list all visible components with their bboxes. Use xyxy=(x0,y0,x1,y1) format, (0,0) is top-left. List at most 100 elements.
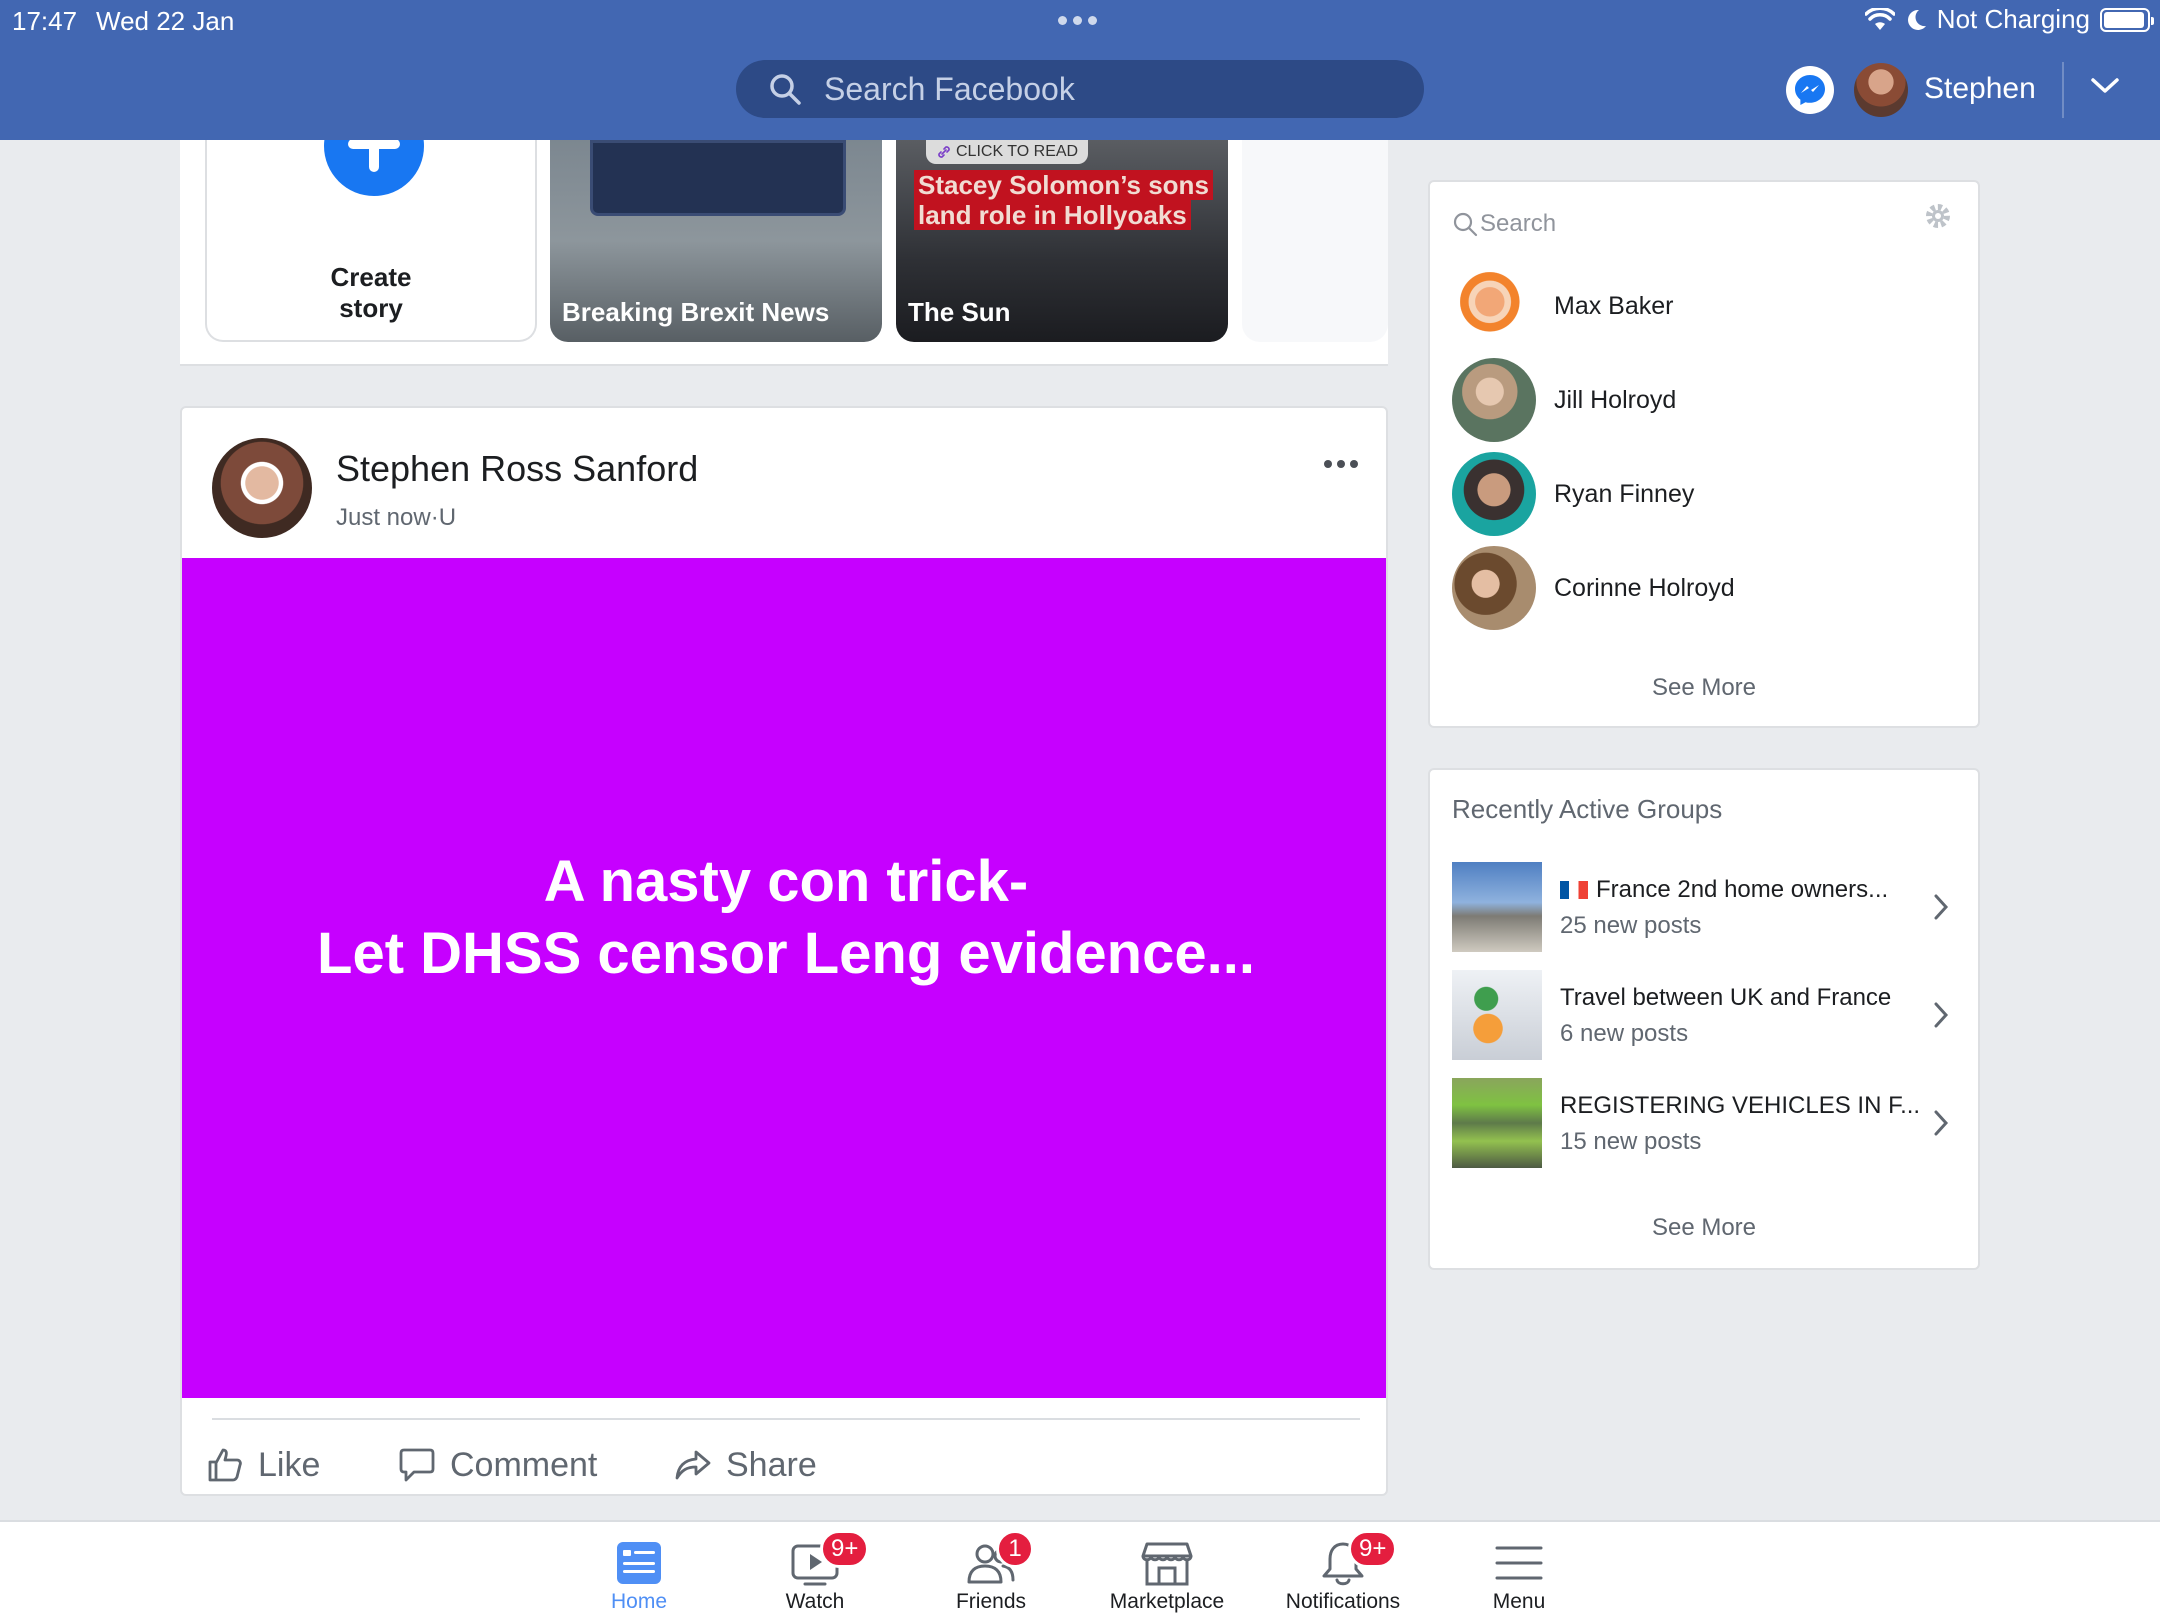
contacts-search-placeholder: Search xyxy=(1480,210,1557,237)
contact-avatar xyxy=(1452,264,1536,348)
menu-icon xyxy=(1495,1546,1543,1580)
chevron-right-icon xyxy=(1934,1002,1949,1028)
contact-item[interactable]: Jill Holroyd xyxy=(1452,358,1960,442)
tab-home[interactable]: Home xyxy=(554,1522,724,1620)
group-post-count: 15 new posts xyxy=(1560,1128,1702,1155)
charging-status: Not Charging xyxy=(1936,4,2090,34)
contacts-search-input[interactable]: Search xyxy=(1452,204,1960,244)
thumbs-up-icon xyxy=(208,1448,242,1482)
marketplace-icon xyxy=(1141,1542,1193,1586)
post-author-name[interactable]: Stephen Ross Sanford xyxy=(336,448,698,490)
share-icon xyxy=(675,1450,711,1480)
author-avatar[interactable] xyxy=(212,438,312,538)
contact-name: Max Baker xyxy=(1554,291,1674,320)
more-options-icon[interactable] xyxy=(1318,454,1364,474)
chevron-right-icon xyxy=(1934,1110,1949,1136)
tab-label: Home xyxy=(610,1590,668,1613)
link-icon xyxy=(938,146,950,158)
contact-item[interactable]: Corinne Holroyd xyxy=(1452,546,1960,630)
story-headline: Stacey Solomon’s sons land role in Holly… xyxy=(914,170,1214,230)
contact-avatar xyxy=(1452,546,1536,630)
post-card: Stephen Ross Sanford Just now·U A nasty … xyxy=(180,406,1388,1496)
watch-badge: 9+ xyxy=(820,1530,870,1568)
france-flag-icon xyxy=(1560,881,1588,899)
post-time[interactable]: Just now xyxy=(336,504,431,531)
user-name[interactable]: Stephen xyxy=(1924,72,2036,106)
group-name: France 2nd home owners... xyxy=(1560,876,1888,904)
search-placeholder: Search Facebook xyxy=(824,70,1075,107)
friends-badge: 1 xyxy=(996,1530,1034,1568)
comment-button[interactable]: Comment xyxy=(398,1438,597,1492)
tab-marketplace[interactable]: Marketplace xyxy=(1082,1522,1252,1620)
create-story-label: Create story xyxy=(330,262,412,323)
tab-notifications[interactable]: 9+ Notifications xyxy=(1258,1522,1428,1620)
plus-icon xyxy=(324,140,424,196)
user-avatar[interactable] xyxy=(1854,63,1908,117)
recent-groups-panel: Recently Active Groups France 2nd home o… xyxy=(1428,768,1980,1270)
tab-label: Menu xyxy=(1492,1590,1546,1613)
tab-label: Marketplace xyxy=(1109,1590,1225,1613)
group-item[interactable]: REGISTERING VEHICLES IN F... 15 new post… xyxy=(1452,1078,1960,1168)
tab-friends[interactable]: 1 Friends xyxy=(906,1522,1076,1620)
post-text-background: A nasty con trick- Let DHSS censor Leng … xyxy=(182,558,1386,1398)
audience-label: U xyxy=(438,504,457,531)
contact-name: Ryan Finney xyxy=(1554,479,1695,508)
moon-icon xyxy=(1907,9,1926,30)
status-indicators: Not Charging xyxy=(1864,4,2154,35)
wifi-icon xyxy=(1864,7,1895,30)
contact-avatar xyxy=(1452,452,1536,536)
story-name: Breaking Brexit News xyxy=(562,297,830,327)
group-name: REGISTERING VEHICLES IN F... xyxy=(1560,1092,1921,1119)
tab-label: Notifications xyxy=(1285,1590,1401,1613)
share-button[interactable]: Share xyxy=(674,1438,817,1492)
group-thumbnail xyxy=(1452,1078,1542,1168)
status-time: 17:47 xyxy=(12,6,78,36)
contact-item[interactable]: Ryan Finney xyxy=(1452,452,1960,536)
battery-icon xyxy=(2100,7,2154,32)
search-icon xyxy=(1453,212,1478,237)
click-to-read-badge: CLICK TO READ xyxy=(926,140,1089,164)
group-name: Travel between UK and France xyxy=(1560,984,1892,1011)
chevron-down-icon[interactable] xyxy=(2090,76,2120,96)
group-thumbnail xyxy=(1452,970,1542,1060)
multitasking-dots-icon[interactable] xyxy=(1058,16,1097,25)
story-thumbnail-document xyxy=(590,140,846,216)
comment-icon xyxy=(399,1448,435,1482)
group-item[interactable]: Travel between UK and France 6 new posts xyxy=(1452,970,1960,1060)
chevron-right-icon xyxy=(1934,894,1949,920)
top-bar: 17:47 Wed 22 Jan Not Charging Search Fac… xyxy=(0,0,2160,140)
post-text: A nasty con trick- Let DHSS censor Leng … xyxy=(317,849,1255,986)
group-post-count: 6 new posts xyxy=(1560,1020,1689,1047)
status-date: Wed 22 Jan xyxy=(96,6,235,36)
search-icon xyxy=(770,74,801,105)
search-facebook-input[interactable]: Search Facebook xyxy=(736,60,1424,118)
home-icon xyxy=(617,1542,661,1584)
group-thumbnail xyxy=(1452,862,1542,952)
story-card-breaking-brexit-news[interactable]: Breaking Brexit News xyxy=(550,140,882,342)
contact-name: Jill Holroyd xyxy=(1554,385,1677,414)
group-item[interactable]: France 2nd home owners... 25 new posts xyxy=(1452,862,1960,952)
contact-avatar xyxy=(1452,358,1536,442)
post-meta: Just now·U xyxy=(336,504,456,532)
groups-see-more-link[interactable]: See More xyxy=(1430,1214,1978,1242)
gear-icon[interactable] xyxy=(1924,202,1952,230)
like-button[interactable]: Like xyxy=(206,1438,320,1492)
bottom-tab-bar: Home 9+ Watch 1 Friends Marketplace 9+ N… xyxy=(0,1520,2160,1620)
contact-name: Corinne Holroyd xyxy=(1554,573,1735,602)
create-story-card[interactable]: Create story xyxy=(205,140,537,342)
header-divider xyxy=(2062,62,2064,118)
group-post-count: 25 new posts xyxy=(1560,912,1702,939)
tab-menu[interactable]: Menu xyxy=(1434,1522,1604,1620)
story-card-the-sun[interactable]: CLICK TO READ Stacey Solomon’s sons land… xyxy=(896,140,1228,342)
tab-watch[interactable]: 9+ Watch xyxy=(730,1522,900,1620)
messenger-icon[interactable] xyxy=(1786,66,1834,114)
notifications-badge: 9+ xyxy=(1348,1530,1398,1568)
tab-label: Watch xyxy=(785,1590,845,1613)
story-card-partial[interactable] xyxy=(1242,140,1388,342)
groups-title: Recently Active Groups xyxy=(1452,794,1723,824)
contacts-see-more-link[interactable]: See More xyxy=(1430,674,1978,702)
stories-panel: Create story Breaking Brexit News CLICK … xyxy=(180,140,1388,366)
tab-label: Friends xyxy=(955,1590,1027,1613)
contact-item[interactable]: Max Baker xyxy=(1452,264,1960,348)
contacts-panel: Search Max Baker Jill Holroyd Ryan Finne… xyxy=(1428,180,1980,728)
